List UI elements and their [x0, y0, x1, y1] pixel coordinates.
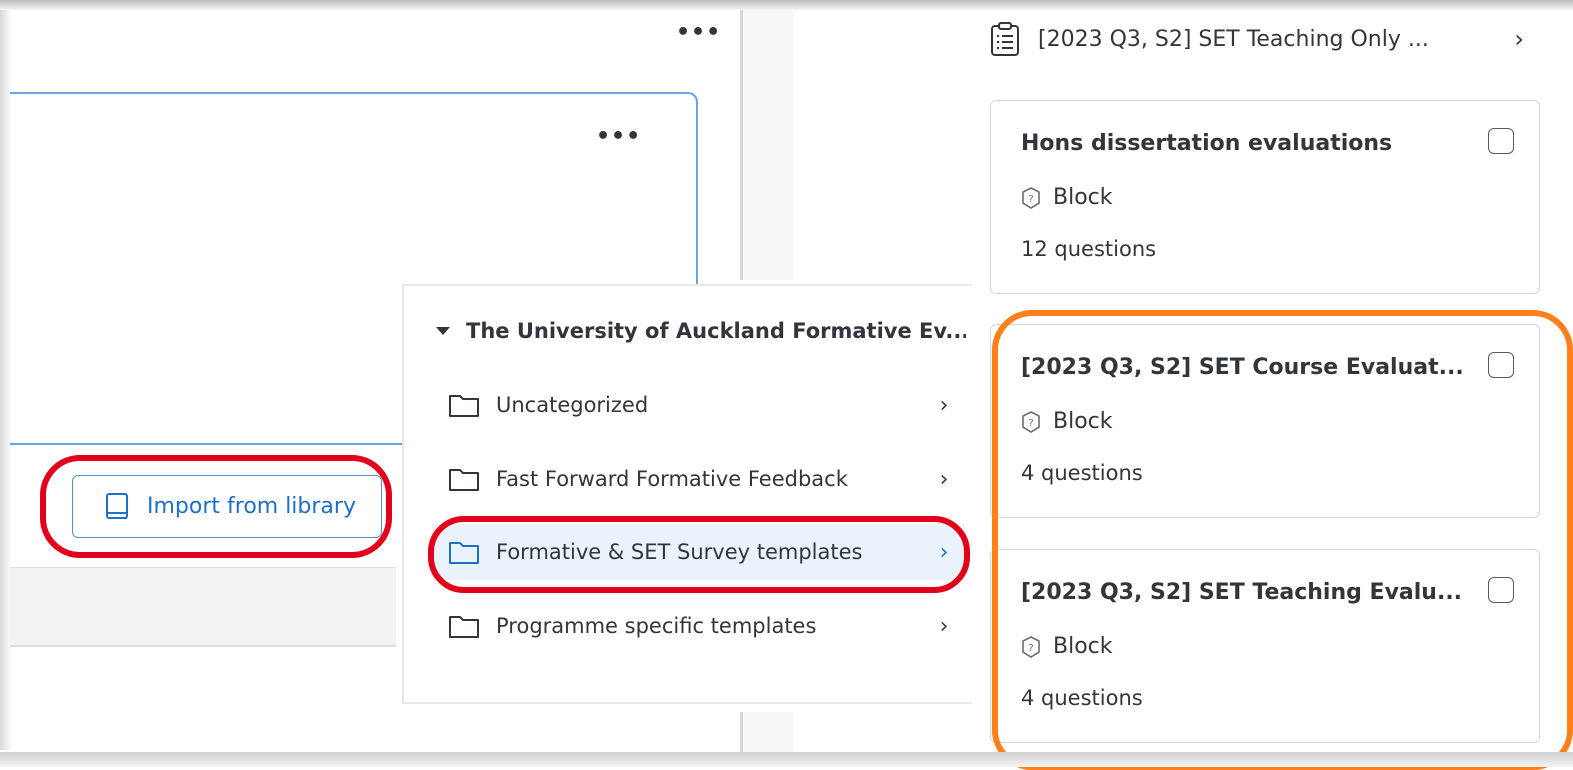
chevron-right-icon: › — [939, 613, 949, 639]
survey-more-options-button[interactable]: ••• — [676, 22, 721, 44]
folder-label: Uncategorized — [496, 393, 649, 417]
folder-label: Formative & SET Survey templates — [496, 540, 863, 564]
block-card-set-teaching[interactable]: [2023 Q3, S2] SET Teaching Evalu... ? Bl… — [990, 549, 1540, 743]
block-title: [2023 Q3, S2] SET Teaching Evalu... — [1021, 580, 1463, 605]
svg-text:?: ? — [1028, 643, 1033, 654]
folder-row-uncategorized[interactable]: Uncategorized › — [432, 377, 964, 433]
block-title: [2023 Q3, S2] SET Course Evaluat... — [1021, 355, 1464, 380]
library-root-toggle[interactable]: The University of Auckland Formative Ev.… — [436, 314, 966, 348]
question-count: 12 questions — [1021, 237, 1157, 261]
chevron-right-icon: › — [939, 392, 949, 418]
editor-gutter-lower — [743, 712, 793, 757]
screenshot-bottom-edge — [0, 752, 1573, 767]
block-card-set-course[interactable]: [2023 Q3, S2] SET Course Evaluat... ? Bl… — [990, 324, 1540, 518]
question-shield-icon: ? — [1022, 635, 1040, 658]
folder-row-programme-templates[interactable]: Programme specific templates › — [432, 598, 964, 654]
survey-item-header[interactable]: [2023 Q3, S2] SET Teaching Only ... › — [990, 14, 1550, 64]
block-card-hons[interactable]: Hons dissertation evaluations ? Block 12… — [990, 100, 1540, 294]
chevron-right-icon: › — [939, 539, 949, 565]
question-shield-icon: ? — [1022, 410, 1040, 433]
block-type: ? Block — [1021, 185, 1113, 210]
folder-icon — [449, 469, 479, 491]
chevron-right-icon: › — [1514, 25, 1524, 53]
block-select-checkbox[interactable] — [1488, 352, 1514, 378]
folder-icon — [449, 616, 479, 638]
folder-icon — [449, 395, 479, 417]
question-count: 4 questions — [1021, 461, 1143, 485]
block-select-checkbox[interactable] — [1488, 577, 1514, 603]
editor-gutter — [743, 10, 793, 280]
block-type: ? Block — [1021, 634, 1113, 659]
folder-label: Programme specific templates — [496, 614, 817, 638]
block-type-label: Block — [1053, 409, 1113, 434]
question-shield-icon: ? — [1022, 186, 1040, 209]
folder-label: Fast Forward Formative Feedback — [496, 467, 848, 491]
folder-row-fast-forward[interactable]: Fast Forward Formative Feedback › — [432, 451, 964, 507]
block-type-label: Block — [1053, 634, 1113, 659]
folder-icon — [449, 542, 479, 564]
block-more-options-button[interactable]: ••• — [596, 126, 641, 148]
library-title: The University of Auckland Formative Ev.… — [466, 319, 966, 343]
chevron-right-icon: › — [939, 466, 949, 492]
clipboard-list-icon — [991, 22, 1019, 56]
svg-text:?: ? — [1028, 194, 1033, 205]
block-type: ? Block — [1021, 409, 1113, 434]
block-type-label: Block — [1053, 185, 1113, 210]
import-from-library-button[interactable]: Import from library — [72, 475, 382, 538]
block-separator-band — [10, 567, 396, 647]
svg-text:?: ? — [1028, 418, 1033, 429]
import-button-label: Import from library — [147, 494, 356, 519]
folder-row-formative-set-templates[interactable]: Formative & SET Survey templates › — [432, 524, 964, 580]
block-select-checkbox[interactable] — [1488, 128, 1514, 154]
block-title: Hons dissertation evaluations — [1021, 131, 1393, 156]
survey-title: [2023 Q3, S2] SET Teaching Only ... — [1038, 26, 1429, 52]
screenshot-top-edge — [0, 0, 1573, 10]
book-icon — [106, 492, 128, 519]
question-count: 4 questions — [1021, 686, 1143, 710]
caret-down-icon — [436, 327, 450, 335]
